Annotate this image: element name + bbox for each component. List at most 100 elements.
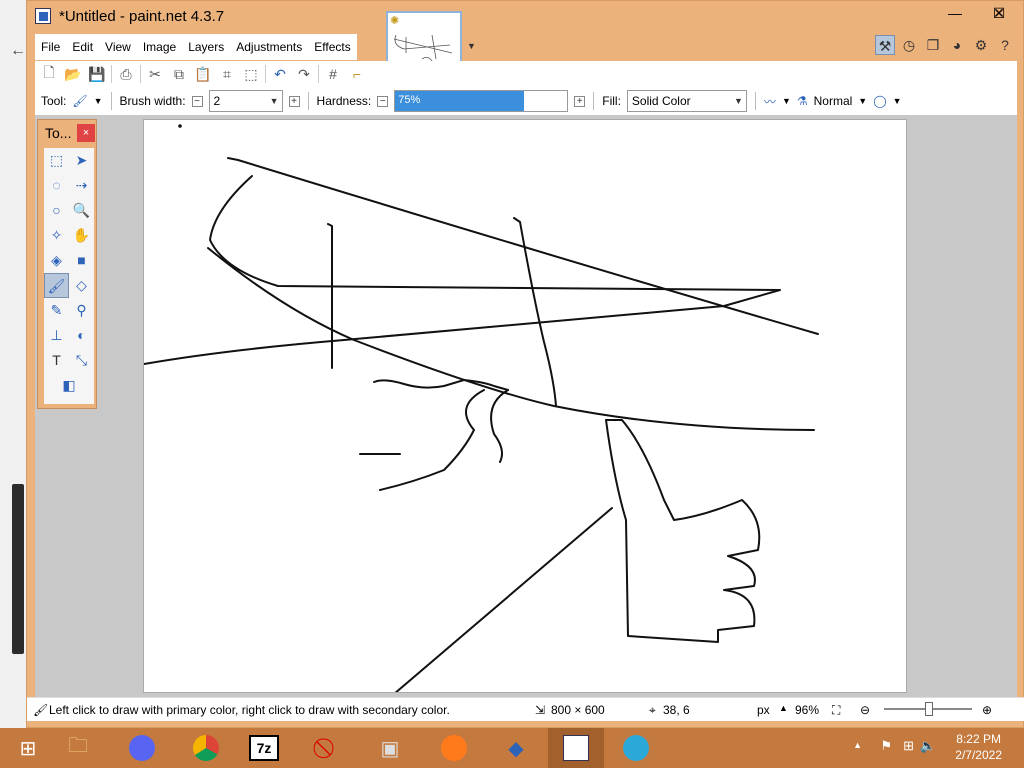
recolor-tool-icon[interactable]: ◐ bbox=[69, 323, 94, 348]
move-selected-pixels-tool-icon[interactable]: ➤ bbox=[69, 148, 94, 173]
title-bar[interactable]: *Untitled - paint.net 4.3.7 — ☐ bbox=[27, 1, 1023, 33]
help-icon[interactable]: ? bbox=[995, 35, 1015, 55]
canvas-workspace: To... × ⬚ ➤ ◌ ⇢ ○ 🔍 ✧ ✋ ◈ ■ 🖌 ◇ ✎ ⚲ ⊥ ◐ … bbox=[35, 115, 1017, 697]
history-window-toggle-icon[interactable]: ◷ bbox=[899, 35, 919, 55]
paint-bucket-tool-icon[interactable]: ◈ bbox=[44, 248, 69, 273]
menu-image[interactable]: Image bbox=[137, 40, 182, 54]
pencil-tool-icon[interactable]: ✎ bbox=[44, 298, 69, 323]
text-tool-icon[interactable]: T bbox=[44, 348, 69, 373]
hardness-decrease-button[interactable]: − bbox=[377, 95, 389, 107]
minimize-button[interactable]: — bbox=[933, 1, 977, 27]
file-explorer-icon[interactable]: 🗀 bbox=[50, 728, 106, 768]
windows-taskbar: ⊞ 🗀 7z ⃠ ▣ ◆ ▲ ⚑ ⊞ 🔈 8:22 PM 2/7/2022 bbox=[0, 728, 1024, 768]
zoom-out-icon[interactable]: ⊖ bbox=[860, 703, 870, 717]
pan-tool-icon[interactable]: ✋ bbox=[69, 223, 94, 248]
brush-width-decrease-button[interactable]: − bbox=[191, 95, 203, 107]
undo-icon[interactable]: ↶ bbox=[270, 66, 290, 83]
tools-window-toggle-icon[interactable]: ⚒ bbox=[875, 35, 895, 55]
shapes-tool-icon[interactable]: ◧ bbox=[44, 373, 94, 398]
blocked-app-icon[interactable]: ⃠ bbox=[300, 728, 356, 768]
background-panel bbox=[12, 484, 24, 654]
image-size-icon: ⇲ bbox=[535, 703, 546, 717]
units-selector[interactable]: px bbox=[757, 703, 770, 717]
fill-mode-combo[interactable]: Solid Color ▼ bbox=[626, 90, 747, 112]
firefox-icon[interactable] bbox=[426, 728, 482, 768]
rectangle-select-tool-icon[interactable]: ⬚ bbox=[44, 148, 69, 173]
grid-icon[interactable]: # bbox=[323, 66, 343, 82]
menu-view[interactable]: View bbox=[99, 40, 137, 54]
flag-icon[interactable]: ⚑ bbox=[880, 738, 892, 754]
windows-start-icon[interactable]: ⊞ bbox=[0, 728, 56, 768]
antialiasing-dropdown-icon[interactable]: ▼ bbox=[782, 96, 791, 106]
antialiasing-icon[interactable]: 〰 bbox=[764, 93, 776, 110]
hardness-increase-button[interactable]: + bbox=[574, 95, 586, 107]
alpha-blending-dropdown-icon[interactable]: ▼ bbox=[893, 96, 902, 106]
colors-window-toggle-icon[interactable]: ◕ bbox=[947, 35, 967, 55]
edge-icon[interactable] bbox=[608, 728, 664, 768]
drawing-canvas[interactable] bbox=[143, 119, 907, 693]
ellipse-select-tool-icon[interactable]: ○ bbox=[44, 198, 69, 223]
layers-window-toggle-icon[interactable]: ❐ bbox=[923, 35, 943, 55]
tray-overflow-icon[interactable]: ▲ bbox=[853, 740, 862, 750]
cursor-position-icon: ⌖ bbox=[649, 703, 656, 717]
7zip-icon[interactable]: 7z bbox=[236, 728, 292, 768]
blend-mode-icon: ⚗ bbox=[796, 94, 808, 108]
line-curve-tool-icon[interactable]: ⤡ bbox=[69, 348, 94, 373]
new-image-icon[interactable]: 🗋 bbox=[39, 62, 59, 86]
zoom-level[interactable]: 96% bbox=[795, 703, 819, 717]
redo-icon[interactable]: ↷ bbox=[294, 66, 314, 83]
window-title: *Untitled - paint.net 4.3.7 bbox=[59, 8, 225, 25]
clock[interactable]: 8:22 PM 2/7/2022 bbox=[955, 731, 1002, 763]
open-file-icon[interactable]: 📂 bbox=[63, 66, 83, 83]
paintbrush-tool-icon[interactable]: 🖌 bbox=[44, 273, 69, 298]
cut-icon[interactable]: ✂ bbox=[145, 66, 165, 83]
paintbrush-tool-icon[interactable]: 🖌 bbox=[72, 94, 87, 108]
droplet-app-icon[interactable]: ◆ bbox=[488, 728, 544, 768]
zoom-in-icon[interactable]: ⊕ bbox=[982, 703, 992, 717]
tool-dropdown-icon[interactable]: ▼ bbox=[94, 96, 103, 106]
menu-effects[interactable]: Effects bbox=[308, 40, 356, 54]
canvas-strokes bbox=[144, 124, 819, 692]
save-icon[interactable]: 💾 bbox=[87, 66, 107, 83]
deselect-icon[interactable]: ⬚ bbox=[241, 66, 261, 83]
units-dropdown-icon[interactable]: ▲ bbox=[779, 703, 788, 713]
clone-stamp-tool-icon[interactable]: ⊥ bbox=[44, 323, 69, 348]
back-arrow-icon[interactable]: ← bbox=[10, 42, 26, 60]
paste-icon[interactable]: 📋 bbox=[193, 66, 213, 83]
zoom-to-window-icon[interactable]: ⛶ bbox=[832, 703, 840, 718]
brush-width-combo[interactable]: 2 ▼ bbox=[208, 90, 283, 112]
paintnet-taskbar-icon[interactable] bbox=[548, 728, 604, 768]
tools-window-close-button[interactable]: × bbox=[77, 124, 95, 142]
volume-icon[interactable]: 🔈 bbox=[920, 738, 936, 754]
magic-wand-tool-icon[interactable]: ✧ bbox=[44, 223, 69, 248]
media-app-icon[interactable]: ▣ bbox=[362, 728, 418, 768]
menu-adjustments[interactable]: Adjustments bbox=[230, 40, 308, 54]
close-button[interactable]: ✕ bbox=[977, 1, 1021, 27]
zoom-tool-icon[interactable]: 🔍 bbox=[69, 198, 94, 223]
network-icon[interactable]: ⊞ bbox=[903, 738, 914, 754]
rulers-icon[interactable]: ⌐ bbox=[347, 66, 367, 82]
chrome-icon[interactable] bbox=[178, 728, 234, 768]
background-window: ← bbox=[0, 0, 26, 728]
alpha-blending-icon[interactable]: ◯ bbox=[873, 94, 886, 108]
zoom-slider-thumb[interactable] bbox=[925, 702, 933, 716]
move-selection-tool-icon[interactable]: ⇢ bbox=[69, 173, 94, 198]
menu-file[interactable]: File bbox=[35, 40, 66, 54]
discord-icon[interactable] bbox=[114, 728, 170, 768]
lasso-select-tool-icon[interactable]: ◌ bbox=[44, 173, 69, 198]
menu-layers[interactable]: Layers bbox=[182, 40, 230, 54]
blend-mode-dropdown-icon[interactable]: ▼ bbox=[858, 96, 867, 106]
eraser-tool-icon[interactable]: ◇ bbox=[69, 273, 94, 298]
gradient-tool-icon[interactable]: ■ bbox=[69, 248, 94, 273]
clock-date: 2/7/2022 bbox=[955, 748, 1002, 762]
crop-to-selection-icon[interactable]: ⌗ bbox=[217, 66, 237, 83]
copy-icon[interactable]: ⧉ bbox=[169, 66, 189, 83]
brush-width-increase-button[interactable]: + bbox=[288, 95, 300, 107]
hardness-slider[interactable]: 75% bbox=[394, 90, 569, 112]
blend-mode-value[interactable]: Normal bbox=[814, 94, 853, 108]
print-icon[interactable]: ⎙ bbox=[116, 66, 136, 83]
menu-edit[interactable]: Edit bbox=[66, 40, 99, 54]
color-picker-tool-icon[interactable]: ⚲ bbox=[69, 298, 94, 323]
settings-gear-icon[interactable]: ⚙ bbox=[971, 35, 991, 55]
thumbnail-dropdown-icon[interactable]: ▼ bbox=[467, 41, 476, 51]
